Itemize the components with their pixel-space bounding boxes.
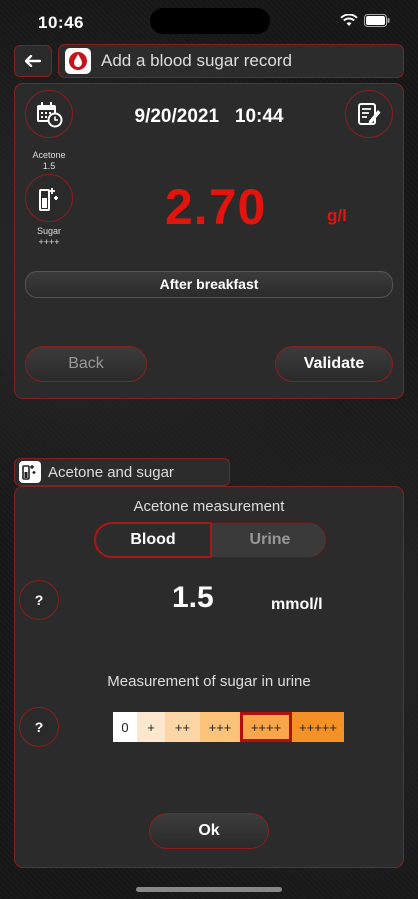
acetone-measurement-title: Acetone measurement bbox=[133, 498, 285, 515]
dynamic-island bbox=[150, 8, 270, 34]
acetone-caption-label: Acetone bbox=[32, 150, 66, 160]
notes-button[interactable] bbox=[345, 90, 393, 138]
wifi-icon bbox=[340, 14, 358, 26]
section-tab-label: Acetone and sugar bbox=[48, 463, 174, 481]
back-button[interactable] bbox=[14, 45, 52, 77]
glucose-unit[interactable]: g/l bbox=[327, 206, 347, 226]
page-title: Add a blood sugar record bbox=[101, 51, 292, 70]
sugar-caption-label: Sugar bbox=[36, 226, 62, 236]
glucose-value[interactable]: 2.70 bbox=[165, 178, 266, 236]
acetone-sugar-button[interactable] bbox=[25, 174, 73, 222]
arrow-left-icon bbox=[25, 55, 41, 67]
acetone-sugar-card: Acetone measurement Blood Urine ? 1.5 mm… bbox=[14, 486, 404, 868]
sugar-scale-option[interactable]: + bbox=[137, 712, 165, 742]
record-card: 9/20/2021 10:44 Acetone 1.5 Sugar ++++ 2… bbox=[14, 83, 404, 399]
sugar-scale-option[interactable]: ++++ bbox=[240, 712, 292, 742]
meal-selector[interactable]: After breakfast bbox=[25, 271, 393, 298]
measurement-mode-toggle: Blood Urine bbox=[93, 522, 327, 558]
battery-icon bbox=[364, 14, 390, 27]
edit-note-icon bbox=[358, 103, 381, 125]
sugar-scale-option[interactable]: ++ bbox=[165, 712, 200, 742]
acetone-value[interactable]: 1.5 bbox=[172, 581, 214, 615]
sugar-scale-option[interactable]: 0 bbox=[113, 712, 137, 742]
sugar-caption: Sugar ++++ bbox=[27, 226, 71, 248]
validate-button[interactable]: Validate bbox=[275, 346, 393, 382]
sugar-caption-value: ++++ bbox=[38, 237, 60, 247]
home-indicator bbox=[136, 887, 282, 892]
mode-blood-option[interactable]: Blood bbox=[94, 522, 212, 558]
record-time: 10:44 bbox=[234, 106, 284, 127]
sugar-measurement-title: Measurement of sugar in urine bbox=[107, 673, 311, 690]
acetone-help-button[interactable]: ? bbox=[19, 580, 59, 620]
test-strip-icon bbox=[39, 188, 58, 211]
status-bar: 10:46 bbox=[0, 0, 418, 40]
acetone-caption-value: 1.5 bbox=[42, 161, 56, 171]
ok-button[interactable]: Ok bbox=[149, 813, 269, 849]
status-time: 10:46 bbox=[38, 13, 84, 32]
blood-drop-icon bbox=[65, 48, 91, 74]
sugar-scale-option[interactable]: +++ bbox=[200, 712, 240, 742]
sugar-help-button[interactable]: ? bbox=[19, 707, 59, 747]
sugar-scale: 0 + ++ +++ ++++ +++++ bbox=[113, 712, 344, 742]
acetone-unit: mmol/l bbox=[271, 596, 323, 613]
status-icons bbox=[340, 14, 390, 27]
back-pill-button[interactable]: Back bbox=[25, 346, 147, 382]
title-bar: Add a blood sugar record bbox=[58, 44, 404, 78]
test-strip-icon bbox=[19, 461, 41, 483]
acetone-sugar-tab: Acetone and sugar bbox=[14, 458, 230, 486]
mode-urine-option[interactable]: Urine bbox=[212, 523, 328, 557]
record-date: 9/20/2021 bbox=[134, 106, 220, 127]
sugar-scale-option[interactable]: +++++ bbox=[292, 712, 344, 742]
acetone-caption: Acetone 1.5 bbox=[27, 150, 71, 172]
